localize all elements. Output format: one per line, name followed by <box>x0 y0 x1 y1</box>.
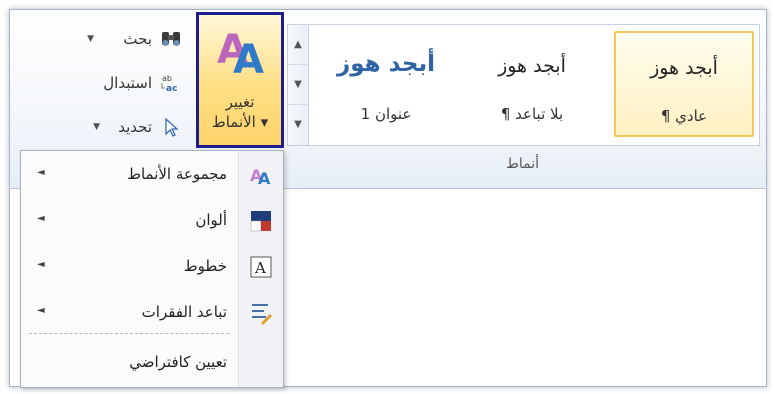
replace-icon: ab ac <box>161 74 177 93</box>
svg-text:A: A <box>258 169 271 187</box>
menu-item-fonts[interactable]: A خطوط ◄ <box>21 245 283 289</box>
menu-item-paragraph-spacing[interactable]: تباعد الفقرات ◄ <box>21 291 283 335</box>
select-dropdown-arrow[interactable]: ▼ <box>93 112 100 142</box>
menu-item-colors[interactable]: ألوان ◄ <box>21 199 283 243</box>
fonts-icon: A <box>250 256 272 278</box>
svg-text:ac: ac <box>166 84 177 93</box>
submenu-arrow-icon: ◄ <box>37 259 45 270</box>
menu-item-label: مجموعة الأنماط <box>127 165 227 183</box>
select-button[interactable]: تحديد ▼ <box>50 112 190 142</box>
replace-button[interactable]: ab ac استبدال <box>50 68 190 98</box>
window-frame: بحث ▼ ab ac استبدال تحديد ▼ A A تغيير ال… <box>9 9 767 388</box>
binoculars-icon <box>162 32 180 46</box>
style-item-normal[interactable]: أبجد هوز ¶ عادي <box>614 31 754 137</box>
gallery-scroll-down[interactable]: ▼ <box>288 65 308 105</box>
style-name: ¶ عادي <box>660 107 708 125</box>
find-dropdown-arrow[interactable]: ▼ <box>87 24 94 54</box>
menu-separator <box>29 333 229 334</box>
style-set-icon: A A <box>250 166 271 187</box>
menu-item-label: ألوان <box>195 211 227 229</box>
submenu-arrow-icon: ◄ <box>37 213 45 224</box>
gallery-more-button[interactable]: ▼ <box>288 105 308 145</box>
cursor-arrow-icon <box>165 117 179 137</box>
menu-item-label: تباعد الفقرات <box>141 303 227 321</box>
find-label: بحث <box>123 30 152 48</box>
menu-item-label: تعيين كافتراضي <box>129 353 227 371</box>
style-sample: أبجد هوز <box>498 55 566 77</box>
change-styles-label-line2: الأنماط ▾ <box>211 113 269 131</box>
change-styles-button[interactable]: A A تغيير الأنماط ▾ <box>196 12 284 148</box>
style-name: ¶ بلا تباعد <box>500 105 564 123</box>
style-sample: أبجد هوز <box>650 57 718 79</box>
svg-text:A: A <box>233 37 264 79</box>
styles-gallery: ▲ ▼ ▼ أبجد هوز عنوان 1 أبجد هوز ¶ بلا تب… <box>287 24 760 146</box>
gallery-scrollbar[interactable]: ▲ ▼ ▼ <box>288 25 309 145</box>
style-sample: أبجد هوز <box>337 51 435 77</box>
svg-text:A: A <box>254 259 266 277</box>
change-styles-label-line1: تغيير <box>225 93 255 111</box>
submenu-arrow-icon: ◄ <box>37 305 45 316</box>
style-item-heading1[interactable]: أبجد هوز عنوان 1 <box>316 31 456 137</box>
styles-group-label: أنماط <box>505 156 540 172</box>
change-styles-icon: A A <box>217 27 264 79</box>
menu-item-set-as-default[interactable]: تعيين كافتراضي <box>21 341 283 385</box>
paragraph-spacing-icon <box>252 304 272 325</box>
gallery-scroll-up[interactable]: ▲ <box>288 25 308 65</box>
colors-icon <box>250 211 271 232</box>
change-styles-menu: A A مجموعة الأنماط ◄ ألوان ◄ A خطوط ◄ تب… <box>20 150 284 388</box>
svg-text:ab: ab <box>162 74 172 83</box>
style-item-no-spacing[interactable]: أبجد هوز ¶ بلا تباعد <box>462 31 602 137</box>
menu-item-label: خطوط <box>183 257 227 275</box>
menu-item-style-set[interactable]: A A مجموعة الأنماط ◄ <box>21 153 283 197</box>
submenu-arrow-icon: ◄ <box>37 167 45 178</box>
style-name: عنوان 1 <box>360 105 412 123</box>
replace-label: استبدال <box>103 74 152 92</box>
select-label: تحديد <box>118 118 152 136</box>
find-button[interactable]: بحث ▼ <box>50 24 190 54</box>
